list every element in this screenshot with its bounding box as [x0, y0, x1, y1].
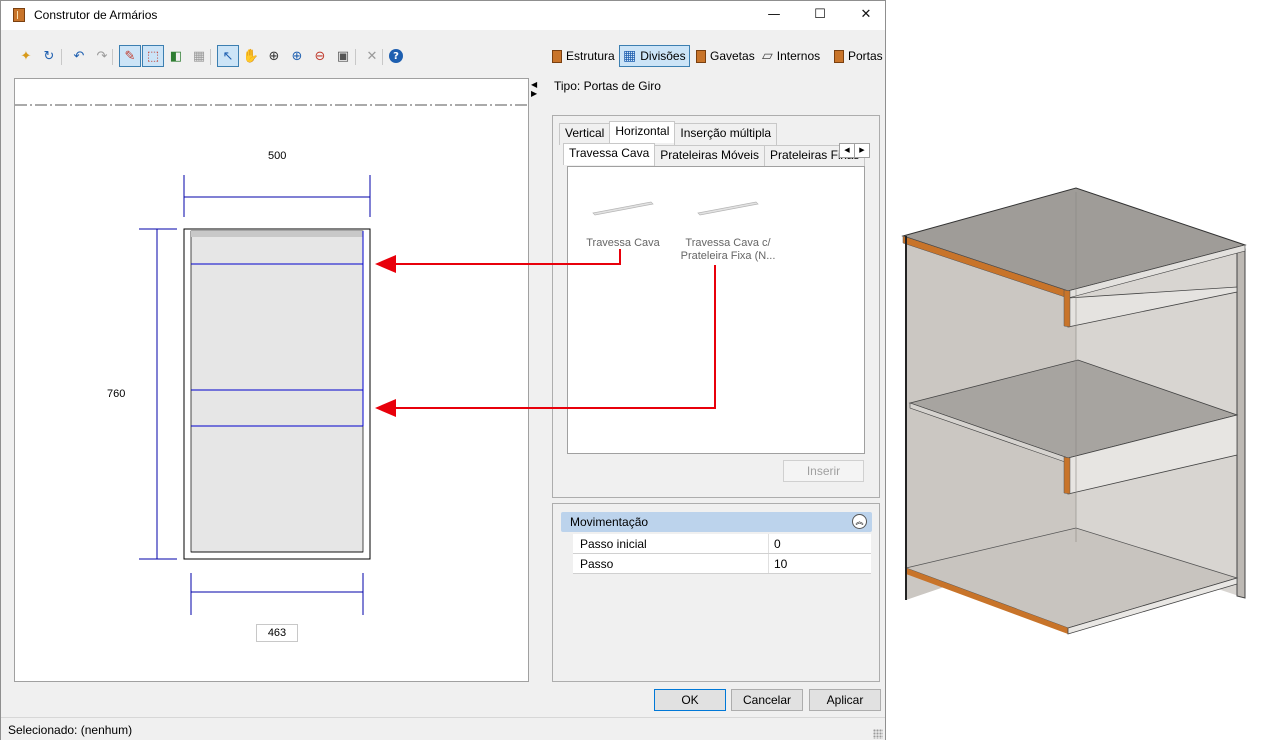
grid-icon[interactable]: ▦ [188, 45, 210, 67]
property-row[interactable]: Passo inicial 0 [573, 534, 871, 554]
cabinet-builder-window: Construtor de Armários — ☐ ✕ ✦ ↻ ↶ ↷ ✎ ⬚ ◧ ▦ ↖ ✋ ⊕… [0, 0, 886, 740]
section-tab-internos[interactable]: ▱ Internos [759, 45, 823, 67]
cancel-button[interactable]: Cancelar [731, 689, 803, 711]
toolbar-separator [382, 49, 383, 65]
flip-icon[interactable]: ◧ [165, 45, 187, 67]
rail-icon [592, 201, 654, 216]
tab-scroll-right-icon[interactable]: ▶ [854, 143, 870, 158]
door-type-label: Tipo: Portas de Giro [554, 79, 661, 93]
tab-scroll: ◀ ▶ [839, 143, 870, 158]
cabinet-3d-render [901, 187, 1247, 635]
zoom-out-icon[interactable]: ⊖ [309, 45, 331, 67]
width-bottom-field[interactable]: 463 [256, 624, 298, 642]
right-side-panel [1236, 247, 1246, 599]
door-icon [552, 49, 562, 63]
section-tab-label: Gavetas [710, 49, 755, 63]
zoom-in-icon[interactable]: ⊕ [286, 45, 308, 67]
insert-button[interactable]: Inserir [783, 460, 864, 482]
height-label: 760 [107, 388, 126, 400]
section-tab-label: Internos [776, 49, 821, 63]
apply-button[interactable]: Aplicar [809, 689, 881, 711]
pointer-icon[interactable]: ↖ [217, 45, 239, 67]
divisions-panel: Vertical Horizontal Inserção múltipla Tr… [552, 115, 880, 498]
maximize-button[interactable]: ☐ [797, 1, 843, 30]
app-icon [13, 8, 25, 22]
properties-group-title: Movimentação [570, 515, 649, 529]
primary-tabs: Vertical Horizontal Inserção múltipla [559, 121, 778, 145]
properties-panel: Movimentação ︽ Passo inicial 0 Passo 10 [552, 503, 880, 682]
section-tab-label: Estrutura [566, 49, 615, 63]
window-title: Construtor de Armários [34, 8, 158, 22]
shelves-icon: ▱ [762, 48, 773, 64]
tab-prateleiras-moveis[interactable]: Prateleiras Móveis [654, 145, 765, 167]
cabinet-drawing [15, 104, 528, 615]
width-dimension-bottom [190, 573, 364, 615]
cabinet-interior [190, 230, 364, 553]
section-tab-portas[interactable]: Portas [831, 45, 886, 67]
panel-toggle-icon[interactable]: ◀ ▶ [531, 80, 537, 98]
redo-icon[interactable]: ↷ [91, 45, 113, 67]
minimize-button[interactable]: — [751, 1, 797, 30]
width-dimension-top [183, 175, 371, 217]
new-icon[interactable]: ✦ [15, 45, 37, 67]
rail-shelf-icon [697, 201, 759, 216]
close-button[interactable]: ✕ [843, 1, 889, 30]
item-travessa-cava-prateleira[interactable]: Travessa Cava c/ Prateleira Fixa (N... [673, 199, 783, 263]
properties-group-header[interactable]: Movimentação ︽ [561, 512, 872, 532]
property-row[interactable]: Passo 10 [573, 554, 871, 574]
zoom-extents-icon[interactable]: ▣ [332, 45, 354, 67]
toolbar-separator [61, 49, 62, 65]
toolbar-separator [210, 49, 211, 65]
section-tab-divisões[interactable]: ▦ Divisões [619, 45, 690, 67]
status-bar: Selecionado: (nenhum) [1, 717, 885, 740]
toolbar-separator [355, 49, 356, 65]
delete-icon[interactable]: ✕ [361, 45, 383, 67]
help-icon[interactable]: ? [389, 49, 403, 63]
property-value[interactable]: 0 [774, 537, 781, 551]
zoom-window-icon[interactable]: ⊕ [263, 45, 285, 67]
property-divider [768, 554, 769, 573]
section-tab-label: Portas [848, 49, 883, 63]
section-tab-label: Divisões [640, 49, 686, 63]
property-name: Passo inicial [580, 537, 647, 551]
ok-button[interactable]: OK [654, 689, 726, 711]
item-travessa-cava[interactable]: Travessa Cava [568, 199, 678, 250]
top-panel [191, 231, 363, 237]
title-bar: Construtor de Armários — ☐ ✕ [1, 1, 885, 30]
drawing-canvas[interactable]: 500 760 463 [14, 78, 529, 682]
toolbar: ✦ ↻ ↶ ↷ ✎ ⬚ ◧ ▦ ↖ ✋ ⊕ ⊕ ⊖ ▣ ✕? Estrutura ▦ Divisões Gavet… [1, 41, 885, 71]
tab-insercao-multipla[interactable]: Inserção múltipla [674, 123, 778, 145]
reload-icon[interactable]: ↻ [38, 45, 60, 67]
toolbar-separator [112, 49, 113, 65]
height-dimension [139, 228, 177, 560]
grid-icon: ▦ [623, 48, 637, 64]
property-value[interactable]: 10 [774, 557, 787, 571]
resize-grip-icon[interactable] [873, 729, 883, 739]
pan-icon[interactable]: ✋ [240, 45, 262, 67]
property-name: Passo [580, 557, 614, 571]
status-text: Selecionado: (nenhum) [8, 723, 133, 737]
items-list: Travessa Cava Travessa Cava c/ Prateleir… [567, 166, 865, 454]
collapse-up-icon[interactable]: ︽ [852, 514, 867, 529]
drawer-icon [696, 49, 706, 63]
section-tab-estrutura[interactable]: Estrutura [549, 45, 618, 67]
tab-travessa-cava[interactable]: Travessa Cava [563, 143, 656, 165]
draw-line-icon[interactable]: ✎ [119, 45, 141, 67]
tab-horizontal[interactable]: Horizontal [609, 121, 676, 143]
section-tab-gavetas[interactable]: Gavetas [693, 45, 758, 67]
secondary-tabs: Travessa Cava Prateleiras Móveis Pratele… [563, 143, 866, 167]
width-top-label: 500 [268, 150, 287, 162]
tab-vertical[interactable]: Vertical [559, 123, 611, 145]
property-divider [768, 534, 769, 553]
tab-scroll-left-icon[interactable]: ◀ [839, 143, 855, 158]
cabinet-3d-preview[interactable] [886, 0, 1265, 740]
door-icon [834, 49, 844, 63]
item-label: Travessa Cava [586, 237, 660, 249]
undo-icon[interactable]: ↶ [68, 45, 90, 67]
item-label: Travessa Cava c/ Prateleira Fixa (N... [680, 237, 776, 262]
stage: Construtor de Armários — ☐ ✕ ✦ ↻ ↶ ↷ ✎ ⬚ ◧ ▦ ↖ ✋ ⊕… [0, 0, 1265, 740]
draw-area-icon[interactable]: ⬚ [142, 45, 164, 67]
